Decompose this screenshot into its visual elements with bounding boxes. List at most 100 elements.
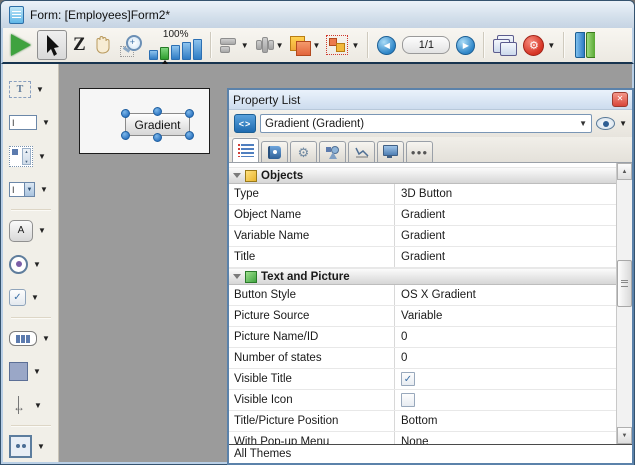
title-bar[interactable]: Form: [Employees]Form2* xyxy=(1,1,634,28)
chevron-down-icon: ▼ xyxy=(38,152,46,161)
property-row-title-picture-position[interactable]: Title/Picture Position Bottom xyxy=(229,411,616,432)
settings-button[interactable]: ⚙▼ xyxy=(523,35,555,56)
tab-coordinates[interactable] xyxy=(261,141,288,162)
radio-tool[interactable]: ▼ xyxy=(6,248,55,279)
selection-handle[interactable] xyxy=(121,109,130,118)
selection-tool-button[interactable] xyxy=(37,30,67,60)
property-row-with-popup-menu[interactable]: With Pop-up Menu None xyxy=(229,432,616,444)
property-row-button-style[interactable]: Button Style OS X Gradient xyxy=(229,285,616,306)
entry-order-button[interactable]: Z xyxy=(73,34,86,56)
run-button[interactable] xyxy=(11,34,31,56)
zoom-magnifier-icon: + xyxy=(120,33,144,57)
property-list-title: Property List xyxy=(233,93,612,107)
selection-handle[interactable] xyxy=(153,107,162,116)
zoom-tool-button[interactable]: + xyxy=(120,33,144,57)
button-tool[interactable]: A▼ xyxy=(6,215,55,246)
collapse-triangle-icon xyxy=(233,173,241,178)
buttongrid-tool-icon xyxy=(9,331,37,346)
property-list-scrollbar[interactable]: ▲ ▼ xyxy=(616,163,632,444)
checkbox-tool[interactable]: ✓▼ xyxy=(6,282,55,313)
previous-page-button[interactable]: ◀ xyxy=(377,36,396,55)
listbox-tool-icon: ▲▼ xyxy=(9,146,33,167)
visible-title-checkbox[interactable] xyxy=(401,372,415,386)
tab-action[interactable]: ⚙ xyxy=(290,141,317,162)
selection-handle[interactable] xyxy=(153,133,162,142)
distribute-icon xyxy=(255,37,273,53)
themes-footer[interactable]: All Themes xyxy=(229,444,632,463)
scrollbar-thumb[interactable] xyxy=(617,260,632,307)
form-page-area[interactable]: Gradient xyxy=(79,88,210,154)
more-ellipsis-icon: ●●● xyxy=(411,148,429,157)
align-button[interactable]: ▼ xyxy=(220,37,249,53)
scroll-up-icon[interactable]: ▲ xyxy=(617,163,632,180)
toolbar-separator xyxy=(483,32,485,58)
page-indicator[interactable]: 1/1 xyxy=(402,36,450,54)
chevron-down-icon: ▼ xyxy=(313,41,321,50)
section-label: Text and Picture xyxy=(261,271,350,283)
chevron-down-icon[interactable]: ▼ xyxy=(619,119,627,128)
chevron-down-icon: ▼ xyxy=(40,185,48,194)
tab-resizing[interactable] xyxy=(348,141,375,162)
toolbar-separator xyxy=(367,32,369,58)
property-list-tabs: ⚙ ●●● xyxy=(229,137,632,163)
distribute-button[interactable]: ▼ xyxy=(255,37,284,53)
property-row-picture-source[interactable]: Picture Source Variable xyxy=(229,306,616,327)
tab-properties-list[interactable] xyxy=(232,138,259,162)
chevron-down-icon: ▼ xyxy=(351,41,359,50)
chart-icon xyxy=(355,146,369,158)
move-tool-button[interactable] xyxy=(92,34,114,56)
property-row-visible-title[interactable]: Visible Title xyxy=(229,369,616,390)
eye-icon[interactable] xyxy=(596,117,615,130)
entry-order-icon: Z xyxy=(73,34,86,56)
selection-handle[interactable] xyxy=(121,131,130,140)
object-prev-next-button[interactable]: <> xyxy=(234,114,256,133)
selection-handle[interactable] xyxy=(185,109,194,118)
property-row-title[interactable]: Title Gradient xyxy=(229,247,616,268)
palette-separator xyxy=(11,425,51,427)
align-icon xyxy=(220,37,238,53)
palette-separator xyxy=(11,209,51,211)
tab-appearance[interactable] xyxy=(319,141,346,162)
input-tool[interactable]: I▼ xyxy=(6,107,55,138)
scroll-down-icon[interactable]: ▼ xyxy=(617,427,632,444)
section-header-objects[interactable]: Objects xyxy=(229,167,616,184)
property-row-object-name[interactable]: Object Name Gradient xyxy=(229,205,616,226)
listbox-tool[interactable]: ▲▼ ▼ xyxy=(6,141,55,172)
tab-display[interactable] xyxy=(377,141,404,162)
text-tool[interactable]: T▼ xyxy=(6,74,55,105)
property-row-picture-name-id[interactable]: Picture Name/ID 0 xyxy=(229,327,616,348)
property-list-titlebar[interactable]: Property List ✕ xyxy=(229,90,632,110)
display-views-button[interactable] xyxy=(493,35,517,55)
level-button[interactable]: ▼ xyxy=(290,36,321,54)
property-row-variable-name[interactable]: Variable Name Gradient xyxy=(229,226,616,247)
splitter-tool[interactable]: ↔▼ xyxy=(6,390,55,421)
section-header-text-and-picture[interactable]: Text and Picture xyxy=(229,268,616,285)
toolbar-separator xyxy=(210,32,212,58)
plugin-tool[interactable]: ▼ xyxy=(6,431,55,462)
tab-more[interactable]: ●●● xyxy=(406,141,433,162)
library-books-icon[interactable] xyxy=(575,32,595,58)
zoom-bars-icon xyxy=(149,40,202,60)
level-icon xyxy=(290,36,310,54)
buttongrid-tool[interactable]: ▼ xyxy=(6,323,55,354)
group-button[interactable]: ▼ xyxy=(326,35,359,55)
property-row-type[interactable]: Type 3D Button xyxy=(229,184,616,205)
property-row-visible-icon[interactable]: Visible Icon xyxy=(229,390,616,411)
combobox-tool[interactable]: I▼▼ xyxy=(6,174,55,205)
splitter-tool-icon: ↔ xyxy=(9,396,29,414)
visible-icon-checkbox[interactable] xyxy=(401,393,415,407)
objects-cube-icon xyxy=(245,170,257,182)
zoom-level-control[interactable]: 100% xyxy=(150,30,202,60)
scrollbar-track[interactable] xyxy=(617,180,632,427)
settings-gear-icon: ⚙ xyxy=(523,35,544,56)
rectangle-tool[interactable]: ▼ xyxy=(6,356,55,387)
chevron-down-icon: ▼ xyxy=(31,293,39,302)
chevron-down-icon: ▼ xyxy=(33,260,41,269)
object-selector-dropdown[interactable]: Gradient (Gradient) ▼ xyxy=(260,114,592,133)
input-tool-icon: I xyxy=(9,115,37,130)
next-page-button[interactable]: ▶ xyxy=(456,36,475,55)
close-icon[interactable]: ✕ xyxy=(612,92,628,107)
property-row-number-of-states[interactable]: Number of states 0 xyxy=(229,348,616,369)
selection-handle[interactable] xyxy=(185,131,194,140)
toolbar-separator xyxy=(563,32,565,58)
